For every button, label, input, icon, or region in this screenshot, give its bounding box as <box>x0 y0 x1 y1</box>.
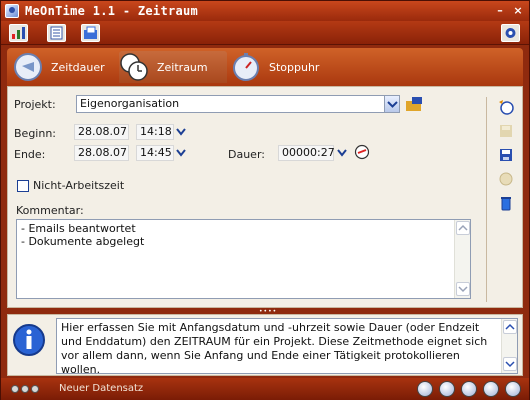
comment-line: - Emails beantwortet <box>21 222 136 235</box>
project-value: Eigenorganisation <box>80 97 180 110</box>
save-as-button[interactable] <box>498 147 514 163</box>
comment-scrollbar[interactable] <box>454 220 470 298</box>
chevron-down-icon <box>458 286 468 293</box>
status-text: Neuer Datensatz <box>59 383 144 394</box>
floppy-disabled-icon <box>500 125 512 137</box>
project-dropdown-button[interactable] <box>384 96 399 112</box>
hourglass-icon <box>14 53 42 81</box>
scroll-up-button[interactable] <box>456 221 470 235</box>
help-scrollbar[interactable] <box>501 319 517 373</box>
begin-date-value: 28.08.07 <box>78 125 127 138</box>
minimize-button[interactable]: – <box>493 4 507 18</box>
app-logo-icon <box>5 4 19 18</box>
comment-line: - Dokumente abgelegt <box>21 235 145 248</box>
list-view-button[interactable] <box>47 24 66 42</box>
help-text: Hier erfassen Sie mit Anfangsdatum und -… <box>61 321 488 376</box>
help-text-box[interactable]: Hier erfassen Sie mit Anfangsdatum und -… <box>56 318 518 376</box>
close-button[interactable]: × <box>511 4 525 18</box>
chevron-up-icon <box>505 323 515 330</box>
begin-time-value: 14:18 <box>140 125 172 138</box>
stopwatch-icon <box>233 53 259 81</box>
end-label: Ende: <box>14 148 46 161</box>
scroll-up-button[interactable] <box>503 320 517 334</box>
indicator-dot <box>31 385 39 393</box>
tab-zeitdauer-label: Zeitdauer <box>51 60 105 74</box>
chevron-up-icon <box>458 224 468 231</box>
new-clock-icon <box>499 100 514 115</box>
title-bar[interactable]: MeOnTime 1.1 - Zeitraum – × <box>1 1 529 21</box>
reset-disabled-icon <box>499 172 513 186</box>
toolbar <box>1 21 529 45</box>
info-panel: Hier erfassen Sie mit Anfangsdatum und -… <box>7 314 523 376</box>
chart-icon <box>12 27 25 39</box>
new-entry-button[interactable] <box>498 99 514 115</box>
indicator-dot <box>21 385 29 393</box>
clocks-icon <box>120 53 148 81</box>
duration-picker-button[interactable] <box>337 149 347 157</box>
end-time-value: 14:45 <box>140 146 172 159</box>
folder-save-icon <box>84 26 97 39</box>
status-indicators <box>11 385 39 393</box>
gear-icon <box>505 28 516 38</box>
tab-bar: Zeitdauer Zeitraum Stoppuhr <box>7 48 523 86</box>
duration-field[interactable]: 00000:27 <box>278 145 335 161</box>
save-button[interactable] <box>498 123 514 139</box>
duration-label: Dauer: <box>228 148 265 161</box>
duration-value: 00000:27 <box>282 146 335 159</box>
trash-icon <box>501 197 511 211</box>
save-export-button[interactable] <box>81 24 100 42</box>
begin-picker-button[interactable] <box>176 128 186 136</box>
status-button-2[interactable] <box>461 381 477 397</box>
scroll-down-button[interactable] <box>503 357 517 371</box>
project-select[interactable]: Eigenorganisation <box>76 95 400 113</box>
time-entry-panel: Projekt: Eigenorganisation Beginn: 28.08… <box>7 86 523 308</box>
reset-button[interactable] <box>498 171 514 187</box>
end-picker-button[interactable] <box>176 149 186 157</box>
status-button-3[interactable] <box>483 381 499 397</box>
non-work-checkbox[interactable] <box>17 180 29 192</box>
app-window: MeOnTime 1.1 - Zeitraum – × Zeitdauer Ze… <box>0 0 530 400</box>
settings-button[interactable] <box>501 24 520 42</box>
end-time-field[interactable]: 14:45 <box>136 145 174 161</box>
delete-button[interactable] <box>498 195 514 211</box>
recalculate-duration-icon[interactable] <box>354 144 370 160</box>
project-label: Projekt: <box>14 98 56 111</box>
status-button-4[interactable] <box>505 381 521 397</box>
begin-date-field[interactable]: 28.08.07 <box>74 124 129 140</box>
project-manage-icon[interactable] <box>405 95 423 113</box>
tab-zeitdauer[interactable]: Zeitdauer <box>13 51 117 83</box>
end-date-field[interactable]: 28.08.07 <box>74 145 129 161</box>
floppy-icon <box>500 149 512 161</box>
chevron-down-icon <box>387 101 398 108</box>
end-date-value: 28.08.07 <box>78 146 127 159</box>
tab-stoppuhr[interactable]: Stoppuhr <box>231 51 339 83</box>
panel-divider <box>486 97 487 302</box>
tab-stoppuhr-label: Stoppuhr <box>269 60 320 74</box>
chevron-down-icon <box>337 149 347 157</box>
chevron-down-icon <box>176 128 186 136</box>
tab-zeitraum[interactable]: Zeitraum <box>119 51 227 83</box>
begin-label: Beginn: <box>14 127 57 140</box>
scroll-down-button[interactable] <box>456 282 470 296</box>
info-icon <box>13 324 45 356</box>
comment-label: Kommentar: <box>16 204 84 217</box>
list-icon <box>50 26 63 40</box>
chevron-down-icon <box>505 361 515 368</box>
non-work-label: Nicht-Arbeitszeit <box>33 179 125 192</box>
chevron-down-icon <box>176 149 186 157</box>
indicator-dot <box>11 385 19 393</box>
status-button-1[interactable] <box>439 381 455 397</box>
window-title: MeOnTime 1.1 - Zeitraum <box>25 4 199 18</box>
begin-time-field[interactable]: 14:18 <box>136 124 174 140</box>
statistics-button[interactable] <box>9 24 28 42</box>
status-bar: Neuer Datensatz <box>1 378 529 400</box>
tab-zeitraum-label: Zeitraum <box>157 60 208 74</box>
link-icon[interactable] <box>417 381 433 397</box>
comment-textarea[interactable]: - Emails beantwortet - Dokumente abgeleg… <box>16 219 471 299</box>
